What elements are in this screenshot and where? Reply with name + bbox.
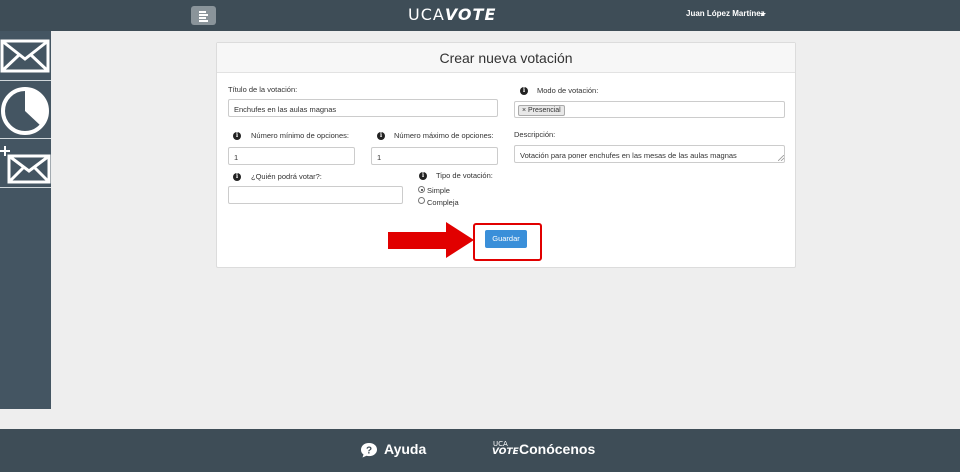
modo-label: Modo de votación: <box>537 86 599 95</box>
max-options-label: Número máximo de opciones: <box>394 131 494 140</box>
radio-compleja-label: Compleja <box>427 198 459 207</box>
modo-tag-presencial[interactable]: × Presencial <box>518 105 565 116</box>
info-icon[interactable]: i <box>233 132 241 140</box>
max-options-input[interactable]: 1 <box>371 147 498 165</box>
brand-logo[interactable]: UCAVOTE <box>408 5 496 24</box>
envelope-icon <box>0 39 50 73</box>
brand-part1: UCA <box>408 5 445 24</box>
sidebar-item-new-votation[interactable] <box>0 140 51 188</box>
save-button[interactable]: Guardar <box>485 230 527 248</box>
tipo-label: Tipo de votación: <box>436 171 493 180</box>
envelope-plus-icon <box>0 146 51 184</box>
red-arrow-annotation <box>388 222 474 258</box>
tag-label: Presencial <box>528 107 561 114</box>
radio-simple-label: Simple <box>427 186 450 195</box>
descripcion-label: Descripción: <box>514 130 556 139</box>
quien-label: ¿Quién podrá votar?: <box>251 172 322 181</box>
menu-icon <box>199 11 206 13</box>
radio-simple[interactable] <box>418 186 425 193</box>
titulo-label: Título de la votación: <box>228 85 298 94</box>
tag-remove-icon[interactable]: × <box>522 107 526 114</box>
mini-logo-bottom: VOTE <box>492 447 519 457</box>
descripcion-textarea[interactable]: Votación para poner enchufes en las mesa… <box>514 145 785 163</box>
radio-compleja[interactable] <box>418 197 425 204</box>
min-options-input[interactable]: 1 <box>228 147 355 165</box>
titulo-input[interactable]: Enchufes en las aulas magnas <box>228 99 498 117</box>
caret-down-icon[interactable] <box>760 13 766 16</box>
user-menu[interactable]: Juan López Martínez <box>686 9 765 18</box>
pie-chart-icon <box>1 87 49 135</box>
card-header: Crear nueva votación <box>217 43 795 73</box>
info-icon[interactable]: i <box>233 173 241 181</box>
about-link[interactable]: Conócenos <box>519 441 595 457</box>
footer <box>0 429 960 472</box>
sidebar-item-votations[interactable] <box>0 31 51 81</box>
quien-input[interactable] <box>228 186 403 204</box>
page-title: Crear nueva votación <box>439 50 573 66</box>
min-options-label: Número mínimo de opciones: <box>251 131 349 140</box>
info-icon[interactable]: i <box>520 87 528 95</box>
svg-text:?: ? <box>366 446 372 457</box>
info-icon[interactable]: i <box>419 172 427 180</box>
help-link[interactable]: Ayuda <box>384 441 426 457</box>
resize-handle-icon[interactable] <box>778 155 784 161</box>
help-question-icon[interactable]: ? <box>360 442 378 458</box>
sidebar <box>0 31 51 409</box>
ucavote-mini-logo: UCA VOTE <box>492 440 519 458</box>
brand-part2: VOTE <box>444 5 497 24</box>
info-icon[interactable]: i <box>377 132 385 140</box>
menu-toggle-button[interactable] <box>191 6 216 25</box>
sidebar-item-results[interactable] <box>0 82 51 139</box>
